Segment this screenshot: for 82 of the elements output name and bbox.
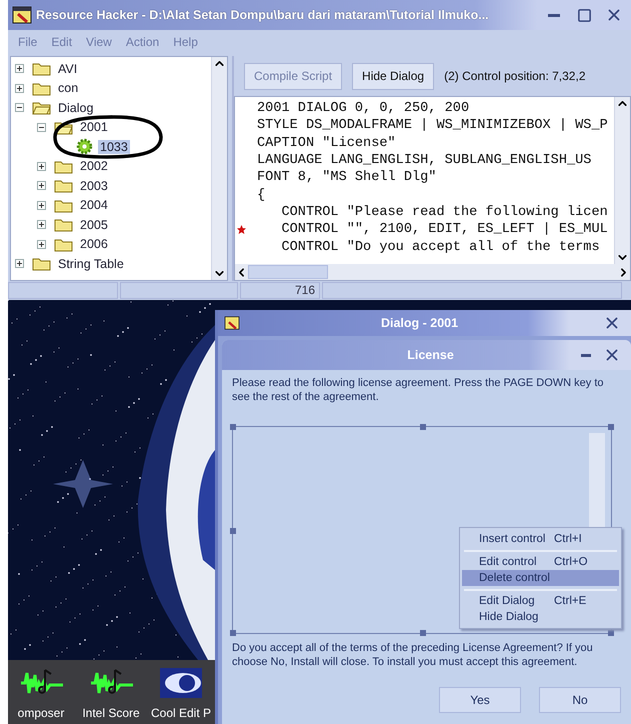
minimize-icon bbox=[581, 354, 591, 356]
window-title: License bbox=[406, 348, 455, 362]
vertical-scrollbar[interactable] bbox=[614, 97, 630, 264]
code-line: { bbox=[257, 188, 266, 203]
eye-swoosh-icon[interactable] bbox=[159, 666, 203, 700]
collapse-toggle[interactable] bbox=[15, 103, 24, 112]
resize-handle[interactable] bbox=[608, 630, 614, 636]
tree-item[interactable]: 2005 bbox=[78, 218, 110, 232]
expand-toggle[interactable] bbox=[37, 220, 46, 230]
app-icon bbox=[224, 316, 240, 330]
horizontal-scrollbar[interactable] bbox=[235, 264, 630, 280]
code-line: CONTROL "Do you accept all of the terms bbox=[280, 240, 600, 255]
plus-icon bbox=[39, 222, 44, 228]
folder-icon bbox=[32, 256, 51, 272]
plus-icon bbox=[17, 86, 22, 91]
question-text: Do you accept all of the terms of the preceding License Agreement? If you choose No, Install will close. To install you must accept this agreement. bbox=[232, 641, 594, 669]
plus-icon bbox=[17, 66, 22, 72]
expand-toggle[interactable] bbox=[37, 181, 46, 190]
expand-toggle[interactable] bbox=[37, 240, 46, 249]
toolbar-button[interactable]: Hide Dialog bbox=[352, 62, 434, 90]
code-line: CAPTION "License" bbox=[257, 136, 396, 151]
script-editor[interactable] bbox=[234, 96, 631, 281]
desktop-icon-label[interactable]: Cool Edit P bbox=[150, 706, 212, 720]
dialog-button[interactable]: Yes bbox=[439, 687, 521, 713]
minus-icon bbox=[39, 126, 44, 128]
tree-item[interactable]: String Table bbox=[56, 256, 126, 271]
expand-toggle[interactable] bbox=[37, 162, 46, 171]
folder-icon bbox=[54, 158, 73, 174]
folder-icon bbox=[54, 236, 73, 252]
tree-item[interactable]: 1033 bbox=[98, 140, 130, 154]
app-icon bbox=[12, 6, 32, 24]
scrollbar-thumb[interactable] bbox=[248, 265, 328, 279]
tree-item[interactable]: 2003 bbox=[78, 178, 110, 193]
resize-handle[interactable] bbox=[230, 528, 236, 534]
code-line: STYLE DS_MODALFRAME | WS_MINIMIZEBOX | WS_P bbox=[257, 118, 608, 134]
tree-item[interactable]: Dialog bbox=[56, 100, 96, 115]
tree-item[interactable]: 2002 bbox=[78, 159, 110, 174]
tree-item[interactable]: AVI bbox=[56, 62, 80, 76]
collapse-toggle[interactable] bbox=[37, 122, 46, 132]
window-title: Resource Hacker - D:\Alat Setan Dompu\baru dari mataram\Tutorial Ilmuko... bbox=[36, 8, 490, 22]
plus-icon bbox=[39, 202, 44, 208]
code-line: CONTROL "Please read the following licen bbox=[280, 204, 608, 220]
desktop-icon-label[interactable]: omposer bbox=[18, 706, 64, 720]
folder-icon bbox=[54, 198, 73, 213]
control-position-text: (2) Control position: 7,32,2 bbox=[444, 69, 586, 83]
expand-toggle[interactable] bbox=[37, 200, 46, 210]
expand-toggle[interactable] bbox=[15, 84, 24, 93]
code-line: LANGUAGE LANG_ENGLISH, SUBLANG_ENGLISH_US bbox=[257, 153, 592, 168]
window-title: Dialog - 2001 bbox=[380, 316, 460, 330]
dialog-button[interactable]: No bbox=[539, 687, 621, 713]
resize-handle[interactable] bbox=[230, 424, 236, 430]
resize-handle[interactable] bbox=[608, 424, 614, 430]
code-line: FONT 8, "MS Shell Dlg" bbox=[257, 170, 436, 186]
folder-icon bbox=[32, 80, 51, 96]
tree-item[interactable]: 2001 bbox=[78, 120, 110, 134]
vertical-scrollbar[interactable] bbox=[211, 57, 227, 280]
plus-icon bbox=[17, 261, 22, 266]
tree-item[interactable]: 2004 bbox=[78, 198, 110, 212]
context-menu-item[interactable]: Delete control bbox=[462, 570, 619, 586]
open-folder-icon bbox=[32, 100, 51, 116]
resize-handle[interactable] bbox=[230, 630, 236, 636]
tree-item[interactable]: con bbox=[56, 81, 80, 96]
expand-toggle[interactable] bbox=[15, 64, 24, 74]
code-line: 2001 DIALOG 0, 0, 250, 200 bbox=[257, 101, 470, 116]
plus-icon bbox=[39, 242, 44, 247]
maximize-icon bbox=[576, 8, 592, 22]
plus-icon bbox=[39, 183, 44, 188]
expand-toggle[interactable] bbox=[15, 259, 24, 268]
resize-handle[interactable] bbox=[420, 630, 426, 636]
plus-icon bbox=[39, 164, 44, 169]
folder-icon bbox=[54, 217, 73, 232]
intro-text: Please read the following license agreement. Press the PAGE DOWN key to see the rest of the agreement. bbox=[232, 376, 605, 404]
minus-icon bbox=[17, 107, 22, 108]
folder-icon bbox=[54, 178, 73, 194]
status-panel: 716 bbox=[240, 282, 320, 299]
desktop-icon-label[interactable]: Intel Score bbox=[82, 706, 140, 720]
gear-icon bbox=[76, 138, 93, 156]
code-line: CONTROL "", 2100, EDIT, ES_LEFT | ES_MUL bbox=[280, 222, 608, 238]
resize-handle[interactable] bbox=[420, 424, 426, 430]
folder-icon bbox=[32, 61, 51, 76]
tree-item[interactable]: 2006 bbox=[78, 237, 110, 252]
minimize-icon bbox=[548, 14, 560, 16]
